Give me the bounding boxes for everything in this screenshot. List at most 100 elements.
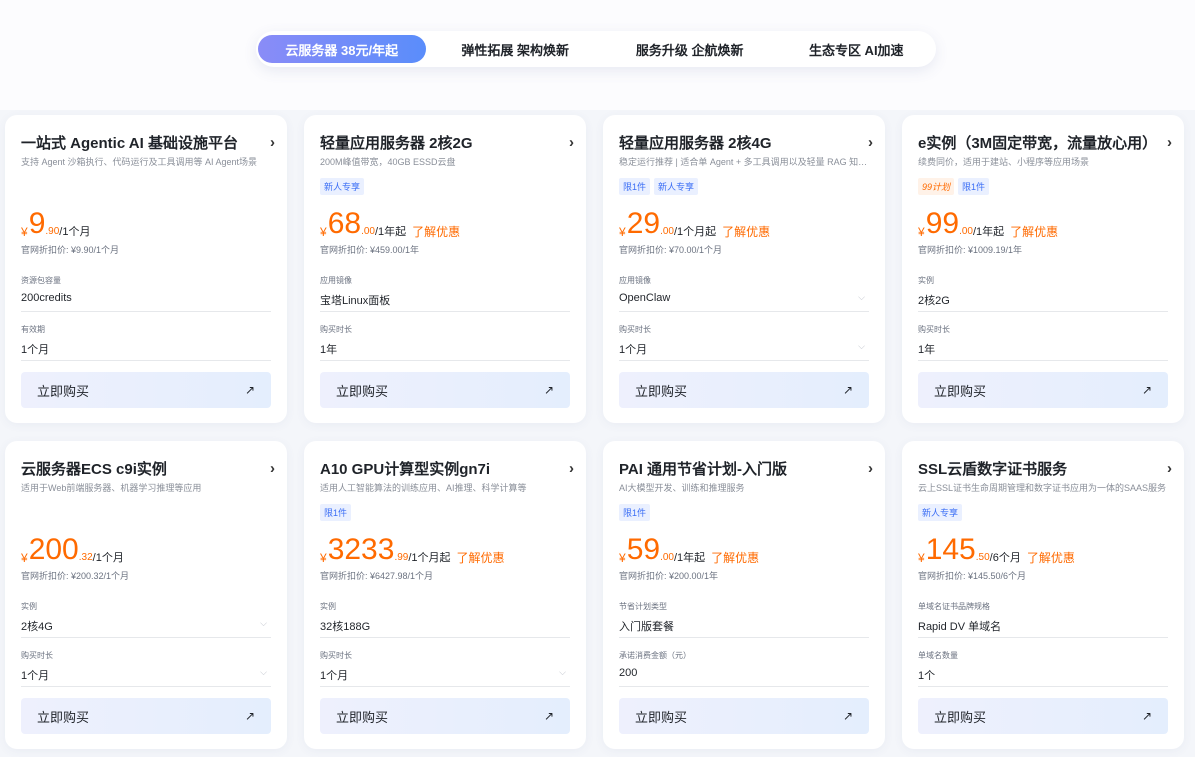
field-value-text: 1年 [918,344,936,356]
original-price: 官网折扣价: ¥1009.19/1年 [918,245,1023,255]
price-currency: ¥ [21,551,28,565]
price-currency: ¥ [320,225,327,239]
buy-now-label: 立即购买 [635,709,688,725]
field-label: 节省计划类型 [619,602,667,611]
field-value-text: 1个月 [21,670,50,682]
buy-now-button[interactable]: 立即购买 ↗ [320,698,570,734]
price-integer: 59 [626,533,661,566]
price-currency: ¥ [918,551,925,565]
buy-now-button[interactable]: 立即购买 ↗ [918,372,1168,408]
arrow-up-right-icon: ↗ [244,383,255,397]
product-card: 轻量应用服务器 2核4G › 稳定运行推荐 | 适合单 Agent + 多工具调用以… [603,115,885,423]
chevron-right-icon[interactable]: › [569,460,574,477]
field-value-text: 2核2G [918,295,950,307]
tab-1[interactable]: 云服务器 38元/年起 [258,35,426,63]
card-description: 云上SSL证书生命周期管理和数字证书应用为一体的SAAS服务 [918,483,1167,493]
field-label: 实例 [918,276,934,285]
field-value: 宝塔Linux面板 [320,292,570,312]
buy-now-label: 立即购买 [934,383,987,399]
buy-now-button[interactable]: 立即购买 ↗ [320,372,570,408]
chevron-right-icon[interactable]: › [569,134,574,151]
price-unit: /1个月起 [408,552,451,564]
buy-now-label: 立即购买 [37,709,90,725]
chevron-right-icon[interactable]: › [1167,460,1172,477]
card-header-link[interactable]: SSL云盾数字证书服务 › [918,458,1172,479]
field-label: 购买时长 [320,325,352,334]
product-card: e实例（3M固定带宽，流量放心用） › 续费同价，适用于建站、小程序等应用场景 99计… [902,115,1184,423]
field-value: 1个月 [21,341,271,361]
price-integer: 29 [626,207,661,240]
price-currency: ¥ [619,551,626,565]
card-title: 云服务器ECS c9i实例 [21,461,167,478]
card-title: 轻量应用服务器 2核4G [619,135,772,152]
field-value-text: Rapid DV 单域名 [918,621,1002,633]
config-field: 有效期 1个月 [21,324,271,361]
chevron-down-icon[interactable]: ⌵ [260,667,267,678]
buy-now-button[interactable]: 立即购买 ↗ [21,698,271,734]
tab-2[interactable]: 弹性拓展 架构焕新 [428,35,603,63]
price-integer: 3233 [327,533,395,566]
promo-link[interactable]: 了解优惠 [457,551,505,565]
config-field: 节省计划类型 入门版套餐 [619,601,869,638]
tab-4[interactable]: 生态专区 AI加速 [776,35,936,63]
tab-3[interactable]: 服务升级 企航焕新 [605,35,775,63]
chevron-right-icon[interactable]: › [270,134,275,151]
buy-now-button[interactable]: 立即购买 ↗ [918,698,1168,734]
card-description: 适用人工智能算法的训练应用、AI推理、科学计算等 [320,483,527,493]
promo-link[interactable]: 了解优惠 [1027,551,1075,565]
buy-now-button[interactable]: 立即购买 ↗ [619,372,869,408]
card-header-link[interactable]: 轻量应用服务器 2核2G › [320,132,574,153]
config-field: 单域名证书品牌规格 Rapid DV 单域名 [918,601,1168,638]
price-unit: /1年起 [673,552,706,564]
price-decimal: .32 [78,552,93,563]
field-value: 1年 [320,341,570,361]
buy-now-button[interactable]: 立即购买 ↗ [21,372,271,408]
buy-now-button[interactable]: 立即购买 ↗ [619,698,869,734]
price-decimal: .00 [959,226,973,237]
product-card: PAI 通用节省计划-入门版 › AI大模型开发、训练和推理服务 限1件 ¥59.00/… [603,441,885,749]
card-header-link[interactable]: PAI 通用节省计划-入门版 › [619,458,873,479]
chevron-down-icon[interactable]: ⌵ [858,292,865,303]
card-header-link[interactable]: A10 GPU计算型实例gn7i › [320,458,574,479]
card-header-link[interactable]: e实例（3M固定带宽，流量放心用） › [918,132,1172,153]
original-price: 官网折扣价: ¥6427.98/1个月 [320,571,434,581]
field-select[interactable]: 2核4G ⌵ [21,618,271,638]
chevron-right-icon[interactable]: › [1167,134,1172,151]
card-header-link[interactable]: 云服务器ECS c9i实例 › [21,458,275,479]
field-select[interactable]: 1个月 ⌵ [619,341,869,361]
promo-tag: 限1件 [320,504,352,521]
chevron-right-icon[interactable]: › [868,460,873,477]
chevron-down-icon[interactable]: ⌵ [260,618,267,629]
config-field: 实例 2核2G [918,275,1168,312]
config-field: 承诺消费金额（元） 200 [619,650,869,687]
category-tab-bar: 云服务器 38元/年起 弹性拓展 架构焕新 服务升级 企航焕新 生态专区 AI加速 [256,31,936,67]
field-label: 购买时长 [619,325,651,334]
field-select[interactable]: 1个月 ⌵ [320,667,570,687]
original-price: 官网折扣价: ¥200.00/1年 [619,571,719,581]
chevron-down-icon[interactable]: ⌵ [559,667,566,678]
field-value-text: 宝塔Linux面板 [320,295,391,307]
price: ¥59.00/1年起 了解优惠 [619,529,759,566]
card-header-link[interactable]: 轻量应用服务器 2核4G › [619,132,873,153]
promo-tag: 限1件 [958,178,990,195]
promo-link[interactable]: 了解优惠 [412,225,460,239]
field-value-text: 1个月 [619,344,648,356]
field-label: 实例 [21,602,37,611]
price: ¥3233.99/1个月起 了解优惠 [320,529,505,566]
price-unit: /1年起 [374,226,407,238]
price-decimal: .00 [660,552,674,563]
field-select[interactable]: 1个月 ⌵ [21,667,271,687]
chevron-right-icon[interactable]: › [868,134,873,151]
card-header-link[interactable]: 一站式 Agentic AI 基础设施平台 › [21,132,275,153]
promo-link[interactable]: 了解优惠 [1010,225,1058,239]
price-currency: ¥ [21,225,28,239]
promo-link[interactable]: 了解优惠 [722,225,770,239]
chevron-down-icon[interactable]: ⌵ [858,341,865,352]
chevron-right-icon[interactable]: › [270,460,275,477]
config-field: 购买时长 1个月 ⌵ [320,650,570,687]
buy-now-label: 立即购买 [336,383,389,399]
field-select[interactable]: OpenClaw ⌵ [619,292,869,312]
price: ¥99.00/1年起 了解优惠 [918,203,1058,240]
field-value-text: 200credits [21,292,72,304]
promo-link[interactable]: 了解优惠 [711,551,759,565]
